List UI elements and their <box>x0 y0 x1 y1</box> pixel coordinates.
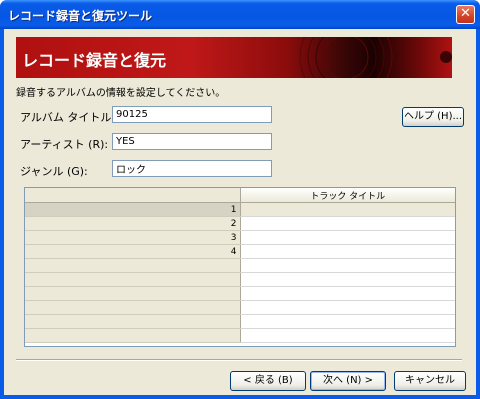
genre-label: ジャンル (G): <box>20 165 88 178</box>
table-row[interactable]: 3 <box>25 230 455 245</box>
genre-input[interactable] <box>112 160 272 177</box>
bottom-separator <box>16 359 462 361</box>
table-row[interactable]: 1 <box>25 202 455 217</box>
track-title-cell[interactable] <box>240 272 455 287</box>
dialog-client: レコード録音と復元 録音するアルバムの情報を設定してください。 アルバム タイト… <box>4 29 476 395</box>
dialog-window: レコード録音と復元ツール ✕ レコード録音と復元 録音するアルバムの情報を設定し… <box>0 0 480 399</box>
table-row[interactable]: 2 <box>25 216 455 231</box>
track-title-cell[interactable] <box>240 244 455 259</box>
track-title-column-header[interactable]: トラック タイトル <box>240 188 455 203</box>
table-row[interactable] <box>25 300 455 315</box>
table-row[interactable]: 4 <box>25 244 455 259</box>
row-number: 1 <box>25 202 241 217</box>
row-number <box>25 286 241 301</box>
close-icon: ✕ <box>460 6 471 21</box>
instruction-text: 録音するアルバムの情報を設定してください。 <box>16 88 226 99</box>
close-button[interactable]: ✕ <box>456 5 475 24</box>
table-row[interactable] <box>25 286 455 301</box>
track-title-cell[interactable] <box>240 328 455 343</box>
cancel-button[interactable]: キャンセル <box>394 371 466 391</box>
row-number <box>25 300 241 315</box>
header-banner: レコード録音と復元 <box>16 37 452 78</box>
row-number <box>25 328 241 343</box>
table-row[interactable] <box>25 314 455 329</box>
help-button[interactable]: ヘルプ (H)... <box>402 107 464 127</box>
row-number: 2 <box>25 216 241 231</box>
row-number <box>25 272 241 287</box>
table-row[interactable] <box>25 328 455 343</box>
artist-label: アーティスト (R): <box>20 138 109 151</box>
track-title-cell[interactable] <box>240 286 455 301</box>
row-number <box>25 258 241 273</box>
grid-corner <box>25 188 241 203</box>
banner-title: レコード録音と復元 <box>22 51 167 70</box>
table-row[interactable] <box>25 258 455 273</box>
track-grid[interactable]: トラック タイトル 1 2 3 4 <box>24 187 456 347</box>
track-title-cell[interactable] <box>240 230 455 245</box>
row-number: 4 <box>25 244 241 259</box>
next-button[interactable]: 次へ (N) > <box>310 371 386 391</box>
track-title-cell[interactable] <box>240 258 455 273</box>
row-number <box>25 314 241 329</box>
row-number: 3 <box>25 230 241 245</box>
track-title-cell[interactable] <box>240 202 455 217</box>
track-title-cell[interactable] <box>240 314 455 329</box>
artist-input[interactable] <box>112 133 272 150</box>
track-title-cell[interactable] <box>240 300 455 315</box>
back-button[interactable]: < 戻る (B) <box>230 371 306 391</box>
title-bar[interactable]: レコード録音と復元ツール ✕ <box>0 0 480 29</box>
track-title-cell[interactable] <box>240 216 455 231</box>
table-row[interactable] <box>25 272 455 287</box>
window-title: レコード録音と復元ツール <box>8 9 153 23</box>
album-title-input[interactable] <box>112 106 272 123</box>
